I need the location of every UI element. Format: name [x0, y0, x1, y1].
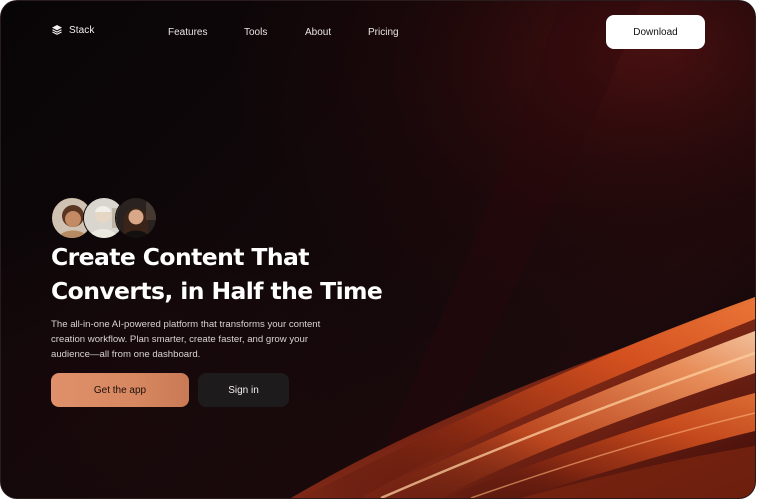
- sign-in-button[interactable]: Sign in: [198, 373, 289, 407]
- stack-layers-icon: [52, 25, 62, 35]
- headline-line-1: Create Content That: [51, 243, 309, 271]
- brand-name: Stack: [69, 24, 95, 36]
- hero-headline: Create Content That Converts, in Half th…: [51, 240, 383, 308]
- get-the-app-button[interactable]: Get the app: [51, 373, 189, 407]
- download-button[interactable]: Download: [606, 15, 705, 49]
- avatar-person-3: [115, 197, 157, 239]
- hero-description: The all-in-one AI-powered platform that …: [51, 317, 341, 362]
- nav-link-pricing[interactable]: Pricing: [368, 27, 399, 38]
- nav-link-about[interactable]: About: [305, 27, 331, 38]
- description-line-2: creation workflow. Plan smarter, create …: [51, 334, 309, 345]
- nav-link-features[interactable]: Features: [168, 27, 207, 38]
- description-line-1: The all-in-one AI-powered platform that …: [51, 319, 321, 330]
- headline-line-2: Converts, in Half the Time: [51, 277, 383, 305]
- description-line-3: audience—all from one dashboard.: [51, 349, 201, 360]
- top-navigation: Stack Features Tools About Pricing Downl…: [1, 1, 755, 63]
- brand-logo[interactable]: Stack: [51, 24, 95, 36]
- nav-link-tools[interactable]: Tools: [244, 27, 267, 38]
- app-window: Stack Features Tools About Pricing Downl…: [1, 1, 755, 498]
